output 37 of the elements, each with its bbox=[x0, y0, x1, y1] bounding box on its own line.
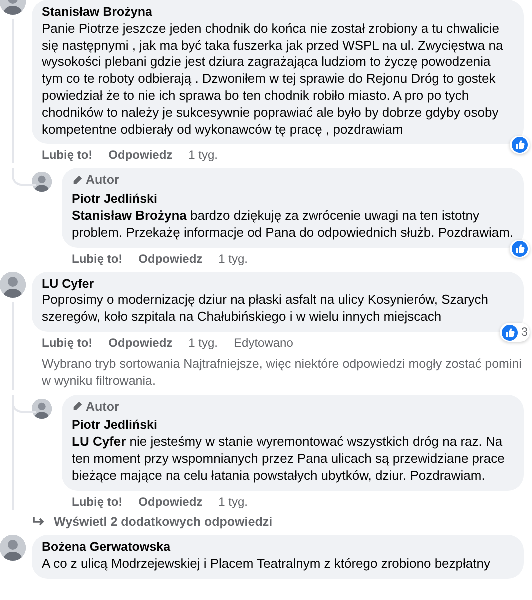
author-name[interactable]: LU Cyfer bbox=[42, 276, 514, 292]
reply-link[interactable]: Odpowiedz bbox=[138, 494, 203, 510]
avatar bbox=[32, 172, 52, 192]
view-replies-link[interactable]: Wyświetl 2 dodatkowych odpowiedzi bbox=[32, 514, 273, 530]
like-link[interactable]: Lubię to! bbox=[72, 252, 123, 267]
timestamp[interactable]: 1 tyg. bbox=[218, 494, 248, 510]
like-link[interactable]: Lubię to! bbox=[72, 494, 123, 510]
avatar bbox=[0, 535, 26, 562]
timestamp[interactable]: 1 tyg. bbox=[188, 148, 218, 164]
reply-link[interactable]: Odpowiedz bbox=[138, 252, 203, 267]
author-label: Autor bbox=[72, 172, 120, 190]
comment-text: Poprosimy o modernizację dziur na płaski asfalt na ulicy Kosynierów, Szarych szeregów, koło szpitala na Chałubińskiego i w wielu innych miejscach bbox=[42, 292, 490, 326]
notice-text: Wybrano tryb sortowania Najtrafniejsze, więc niektóre odpowiedzi mogły zostać pomini bbox=[41, 356, 522, 373]
pen-icon bbox=[72, 401, 83, 412]
timestamp[interactable]: 1 tyg. bbox=[218, 252, 248, 267]
notice-text: w wyniku filtrowania. bbox=[41, 372, 157, 390]
comment-text: A co z ulicą Modrzejewskiej i Placem Teatralnym z którego zrobiono bezpłatny bbox=[42, 556, 492, 573]
avatar bbox=[0, 272, 26, 298]
author-name[interactable]: Piotr Jedliński bbox=[72, 417, 514, 434]
edited-label[interactable]: Edytowano bbox=[234, 336, 294, 351]
like-link[interactable]: Lubię to! bbox=[42, 148, 93, 164]
like-link[interactable]: Lubię to! bbox=[42, 336, 93, 351]
author-label: Autor bbox=[72, 398, 120, 416]
reaction-count: 3 bbox=[500, 323, 530, 342]
reply-arrow-icon bbox=[32, 516, 46, 528]
author-name[interactable]: Piotr Jedliński bbox=[72, 191, 514, 208]
avatar bbox=[32, 398, 52, 419]
reply-link[interactable]: Odpowiedz bbox=[108, 336, 173, 351]
comment-text: Stanisław Brożyna bardzo dziękuję za zwrócenie uwagi na ten istotny problem. Przekażę informacje od Pana do odpowiednich służb. Pozdrawiam. bbox=[72, 208, 514, 242]
reply-link[interactable]: Odpowiedz bbox=[108, 148, 173, 164]
timestamp[interactable]: 1 tyg. bbox=[188, 336, 218, 351]
comment-text: LU Cyfer nie jesteśmy w stanie wyremontować wszystkich dróg na raz. Na ten moment przy wspomnianych przez Pana ulicach są przewidziane prace bieżące mające na celu łatania powstałych ubytków, dziur. Pozdrawiam. bbox=[72, 434, 506, 485]
author-name[interactable]: Stanisław Brożyna bbox=[42, 4, 514, 21]
author-name[interactable]: Bożena Gerwatowska bbox=[42, 539, 514, 556]
like-icon bbox=[502, 324, 518, 341]
comment-text: Panie Piotrze jeszcze jeden chodnik do końca nie został zrobiony a tu chwalicie się następnymi , jak ma być taka fuszerka jak przed WSPL na ul. Zwycięstwa na wysokości plebani gdzie jest dziura zagrażająca ludziom to życzę powodzenia tym co te roboty odbierają . Dzwoniłem w tej sprawie do Rejonu Dróg to gostek powiedział że to nie ich sprawa bo ten chodnik robiło miasto. A pro po tych chodników to należy je sukcesywnie poprawiać ale było by dobrze gdyby osoby kompetentne odbierały od wykonawców tę pracę , pozdrawiam bbox=[42, 20, 504, 138]
pen-icon bbox=[72, 175, 83, 186]
